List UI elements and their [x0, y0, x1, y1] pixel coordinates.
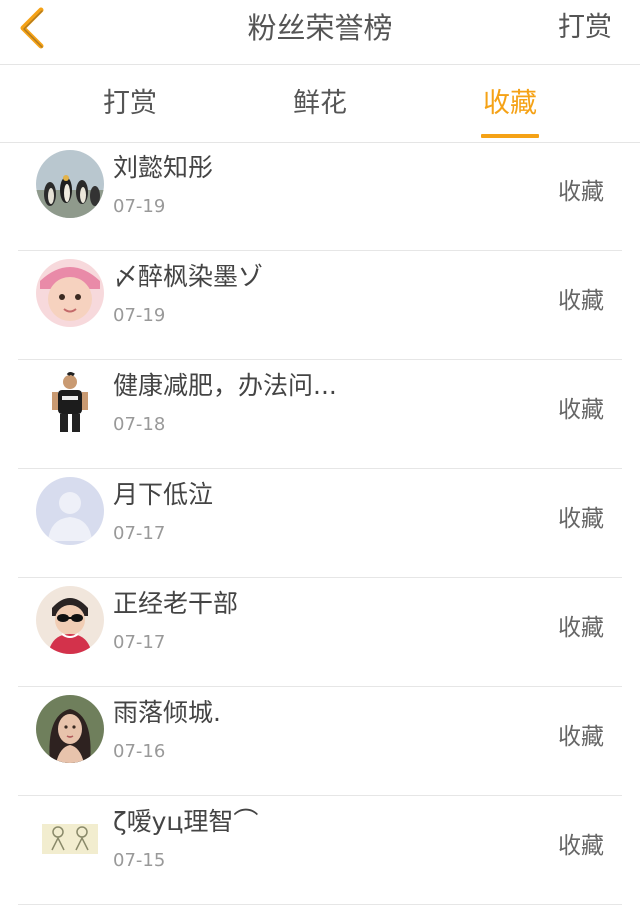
sunglasses-avatar [36, 586, 104, 654]
default-user-avatar [36, 477, 104, 545]
fan-date: 07-17 [113, 523, 166, 544]
tab-favorites[interactable]: 收藏 [450, 65, 570, 142]
list-item[interactable]: 雨落倾城. 07-16 收藏 [18, 687, 622, 796]
fan-name: 健康减肥，办法问... [113, 371, 337, 400]
list-item[interactable]: 〆醉枫染墨ゾ 07-19 收藏 [18, 251, 622, 360]
fan-name: 刘懿知彤 [113, 153, 214, 182]
fan-date: 07-19 [113, 196, 166, 217]
fan-list: 刘懿知彤 07-19 收藏 〆醉枫染墨ゾ 07-19 收藏 健康减肥，办法问..… [0, 142, 640, 905]
reward-button[interactable]: 打赏 [558, 0, 612, 56]
page-title: 粉丝荣誉榜 [247, 11, 393, 45]
fan-name: ζ嗳yц理智⌒ [113, 807, 259, 836]
fan-name: 月下低泣 [113, 480, 214, 509]
fan-date: 07-19 [113, 305, 166, 326]
penguins-avatar [36, 150, 104, 218]
list-item[interactable]: 月下低泣 07-17 收藏 [18, 469, 622, 578]
fan-name: 正经老干部 [113, 589, 239, 618]
fan-action: 收藏 [558, 506, 604, 532]
tab-label: 打赏 [103, 88, 157, 119]
man-standing-avatar [36, 368, 104, 436]
fan-action: 收藏 [558, 724, 604, 750]
fan-date: 07-16 [113, 741, 166, 762]
tab-label: 鲜花 [293, 88, 347, 119]
fan-date: 07-15 [113, 850, 166, 871]
active-tab-indicator [481, 134, 539, 138]
baby-avatar [36, 259, 104, 327]
tab-label: 收藏 [483, 88, 537, 119]
list-item[interactable]: 刘懿知彤 07-19 收藏 [18, 142, 622, 251]
list-item[interactable]: 正经老干部 07-17 收藏 [18, 578, 622, 687]
fan-action: 收藏 [558, 615, 604, 641]
list-item[interactable]: 健康减肥，办法问... 07-18 收藏 [18, 360, 622, 469]
tab-flowers[interactable]: 鲜花 [260, 65, 380, 142]
top-bar: 粉丝荣誉榜 打赏 [0, 0, 640, 65]
fan-action: 收藏 [558, 179, 604, 205]
list-item[interactable]: ζ嗳yц理智⌒ 07-15 收藏 [18, 796, 622, 905]
fan-action: 收藏 [558, 833, 604, 859]
fan-date: 07-18 [113, 414, 166, 435]
fan-action: 收藏 [558, 288, 604, 314]
tab-reward[interactable]: 打赏 [70, 65, 190, 142]
fan-date: 07-17 [113, 632, 166, 653]
tab-bar: 打赏 鲜花 收藏 [0, 65, 640, 143]
fan-name: 雨落倾城. [113, 698, 221, 727]
woman-avatar [36, 695, 104, 763]
sketch-avatar [36, 804, 104, 872]
fan-action: 收藏 [558, 397, 604, 423]
fan-name: 〆醉枫染墨ゾ [113, 262, 264, 291]
